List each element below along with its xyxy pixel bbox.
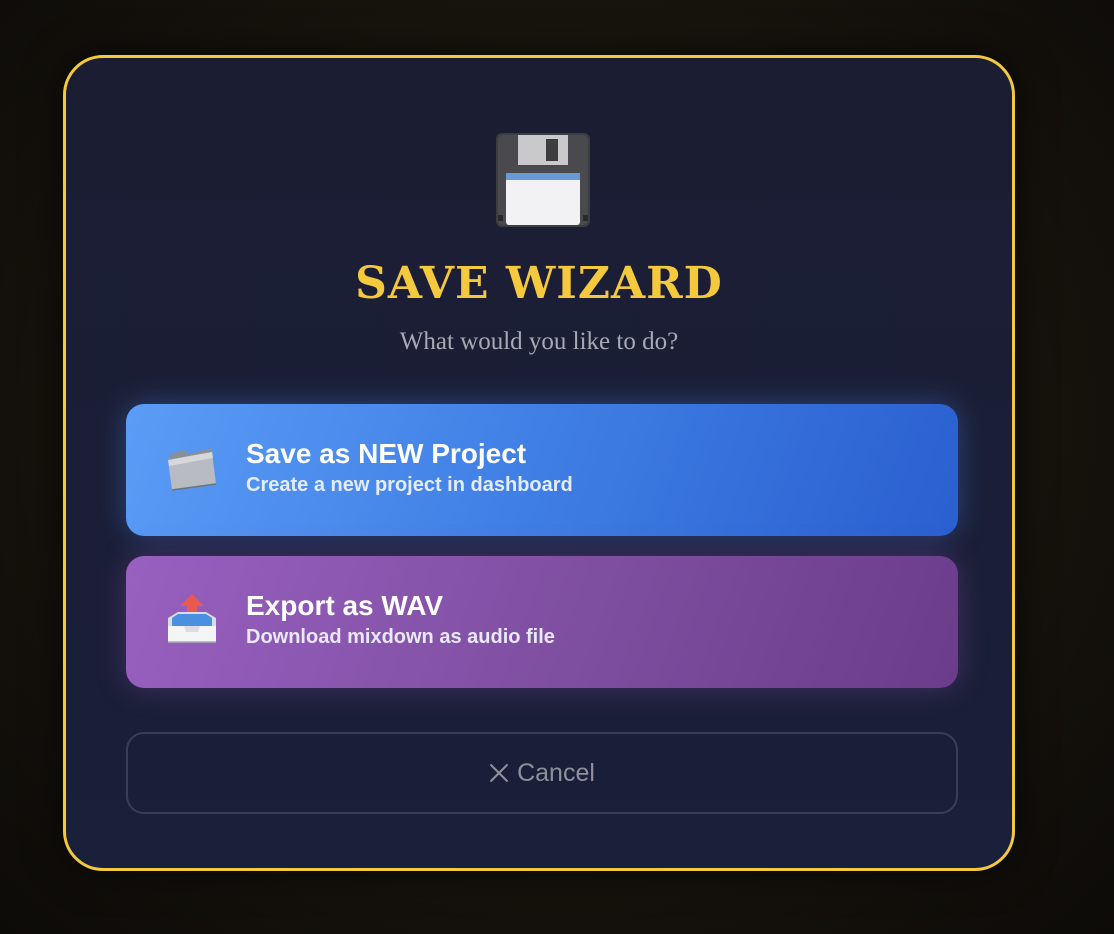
close-icon <box>490 764 509 782</box>
option-title: Export as WAV <box>246 590 444 621</box>
option-description: Create a new project in dashboard <box>246 474 573 496</box>
cancel-button[interactable]: Cancel <box>126 732 958 814</box>
folder-icon <box>168 448 217 491</box>
option-description: Download mixdown as audio file <box>246 626 555 648</box>
cancel-label: Cancel <box>517 758 595 787</box>
dialog-subtitle: What would you like to do? <box>399 328 679 355</box>
floppy-disk-icon <box>496 133 590 227</box>
dialog-title: SAVE WIZARD <box>355 258 723 309</box>
outbox-tray-icon <box>168 594 216 643</box>
save-as-new-project-button[interactable]: Save as NEW Project Create a new project… <box>126 404 958 536</box>
export-as-wav-button[interactable]: Export as WAV Download mixdown as audio … <box>126 556 958 688</box>
save-wizard-dialog: SAVE WIZARD What would you like to do? S… <box>63 55 1015 871</box>
option-title: Save as NEW Project <box>246 438 527 469</box>
